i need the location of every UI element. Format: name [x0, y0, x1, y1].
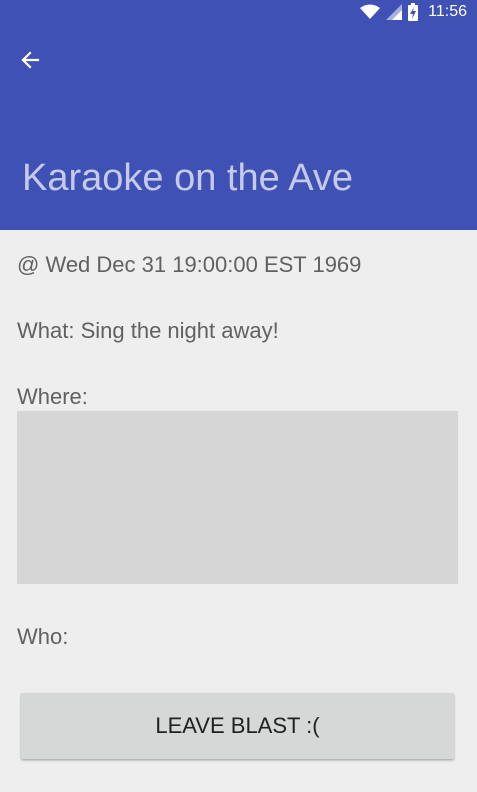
status-bar: 11:56	[0, 0, 477, 24]
status-time: 11:56	[428, 3, 467, 20]
status-icons: 11:56	[360, 2, 467, 22]
battery-charging-icon	[408, 3, 419, 21]
wifi-icon	[360, 4, 381, 19]
leave-blast-button[interactable]: LEAVE BLAST :(	[21, 693, 454, 759]
app-bar: Karaoke on the Ave	[0, 24, 477, 230]
where-label: Where:	[17, 384, 88, 409]
arrow-back-icon	[21, 51, 40, 69]
page-title: Karaoke on the Ave	[22, 157, 353, 199]
location-map[interactable]	[17, 411, 458, 584]
who-label: Who:	[17, 624, 69, 649]
signal-icon	[386, 4, 403, 20]
what-text: What: Sing the night away!	[17, 318, 279, 343]
back-button[interactable]	[10, 40, 50, 80]
when-text: @ Wed Dec 31 19:00:00 EST 1969	[17, 252, 362, 277]
